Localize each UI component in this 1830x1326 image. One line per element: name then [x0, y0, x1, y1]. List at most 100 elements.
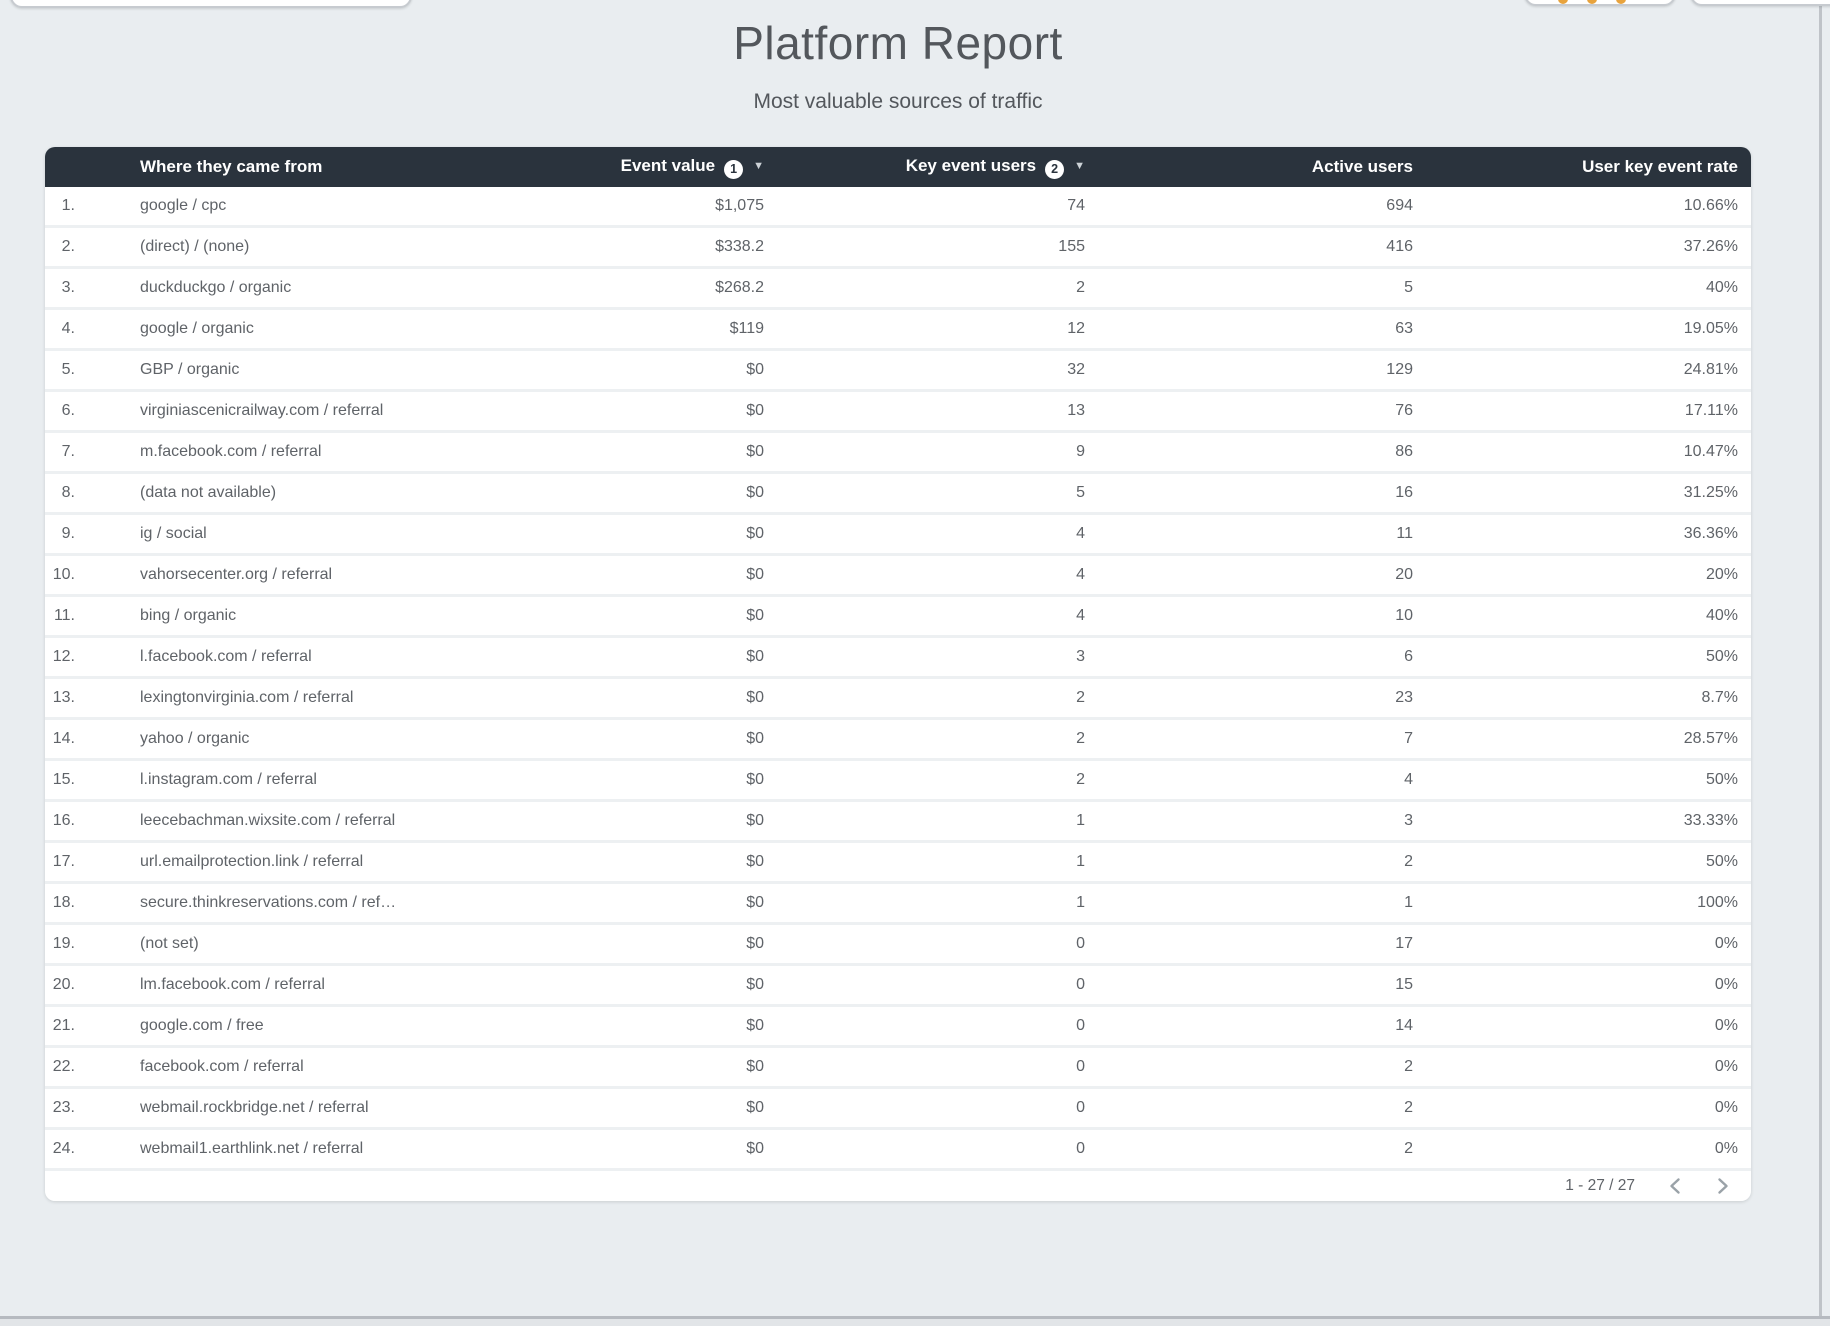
table-row: 16.leecebachman.wixsite.com / referral$0…: [45, 802, 1751, 843]
cell-event-value: $0: [470, 597, 777, 638]
cell-source: m.facebook.com / referral: [75, 433, 470, 474]
cell-source: (data not available): [75, 474, 470, 515]
pagination-range: 1 - 27 / 27: [1565, 1177, 1635, 1195]
cell-event-value: $0: [470, 761, 777, 802]
table-row: 18.secure.thinkreservations.com / ref…$0…: [45, 884, 1751, 925]
cell-active-users: 2: [1098, 1130, 1426, 1171]
cell-source: ig / social: [75, 515, 470, 556]
cell-user-key-event-rate: 28.57%: [1426, 720, 1751, 761]
row-rank: 9.: [45, 515, 75, 556]
column-header-active-users[interactable]: Active users: [1098, 147, 1426, 187]
cell-event-value: $0: [470, 679, 777, 720]
cell-active-users: 63: [1098, 310, 1426, 351]
table-body: 1.google / cpc$1,0757469410.66%2.(direct…: [45, 187, 1751, 1171]
cell-key-event-users: 2: [777, 720, 1098, 761]
cell-user-key-event-rate: 100%: [1426, 884, 1751, 925]
row-rank: 15.: [45, 761, 75, 802]
table-row: 20.lm.facebook.com / referral$00150%: [45, 966, 1751, 1007]
cell-event-value: $0: [470, 802, 777, 843]
row-rank: 14.: [45, 720, 75, 761]
cell-event-value: $0: [470, 638, 777, 679]
cell-event-value: $0: [470, 474, 777, 515]
cell-user-key-event-rate: 50%: [1426, 638, 1751, 679]
table-row: 4.google / organic$119126319.05%: [45, 310, 1751, 351]
cell-source: facebook.com / referral: [75, 1048, 470, 1089]
cell-source: google / organic: [75, 310, 470, 351]
cell-active-users: 23: [1098, 679, 1426, 720]
cell-key-event-users: 2: [777, 761, 1098, 802]
cell-user-key-event-rate: 10.47%: [1426, 433, 1751, 474]
table-header-row: Where they came from Event value1▼ Key e…: [45, 147, 1751, 187]
cell-event-value: $0: [470, 720, 777, 761]
cell-active-users: 7: [1098, 720, 1426, 761]
column-header-user-key-event-rate[interactable]: User key event rate: [1426, 147, 1751, 187]
cell-source: lexingtonvirginia.com / referral: [75, 679, 470, 720]
table-row: 15.l.instagram.com / referral$02450%: [45, 761, 1751, 802]
column-label: Where they came from: [140, 157, 322, 176]
cell-user-key-event-rate: 0%: [1426, 1048, 1751, 1089]
cell-event-value: $0: [470, 392, 777, 433]
cell-key-event-users: 0: [777, 966, 1098, 1007]
table-row: 12.l.facebook.com / referral$03650%: [45, 638, 1751, 679]
cell-source: url.emailprotection.link / referral: [75, 843, 470, 884]
column-label: Event value: [621, 156, 716, 175]
pagination-prev-button[interactable]: [1665, 1175, 1687, 1197]
sort-caret-icon[interactable]: ▼: [1074, 160, 1085, 172]
cell-user-key-event-rate: 31.25%: [1426, 474, 1751, 515]
cell-key-event-users: 1: [777, 843, 1098, 884]
cell-source: virginiascenicrailway.com / referral: [75, 392, 470, 433]
cell-source: google / cpc: [75, 187, 470, 228]
table-row: 5.GBP / organic$03212924.81%: [45, 351, 1751, 392]
cell-key-event-users: 0: [777, 1048, 1098, 1089]
cell-user-key-event-rate: 0%: [1426, 1089, 1751, 1130]
table-row: 10.vahorsecenter.org / referral$042020%: [45, 556, 1751, 597]
cell-user-key-event-rate: 24.81%: [1426, 351, 1751, 392]
pagination-next-button[interactable]: [1711, 1175, 1733, 1197]
cell-key-event-users: 13: [777, 392, 1098, 433]
cell-user-key-event-rate: 36.36%: [1426, 515, 1751, 556]
cell-event-value: $0: [470, 1130, 777, 1171]
cell-user-key-event-rate: 0%: [1426, 1130, 1751, 1171]
cell-key-event-users: 155: [777, 228, 1098, 269]
table-row: 3.duckduckgo / organic$268.22540%: [45, 269, 1751, 310]
cell-active-users: 129: [1098, 351, 1426, 392]
traffic-sources-table-card: Where they came from Event value1▼ Key e…: [45, 147, 1751, 1201]
row-rank: 13.: [45, 679, 75, 720]
cutoff-card-top-far-right: [1690, 0, 1830, 6]
cell-source: GBP / organic: [75, 351, 470, 392]
cell-source: google.com / free: [75, 1007, 470, 1048]
row-rank: 5.: [45, 351, 75, 392]
cell-user-key-event-rate: 8.7%: [1426, 679, 1751, 720]
row-rank: 3.: [45, 269, 75, 310]
cell-active-users: 76: [1098, 392, 1426, 433]
cell-key-event-users: 3: [777, 638, 1098, 679]
column-header-event-value[interactable]: Event value1▼: [470, 147, 777, 187]
table-row: 11.bing / organic$041040%: [45, 597, 1751, 638]
cell-user-key-event-rate: 10.66%: [1426, 187, 1751, 228]
cell-active-users: 3: [1098, 802, 1426, 843]
column-header-key-event-users[interactable]: Key event users2▼: [777, 147, 1098, 187]
cell-key-event-users: 1: [777, 884, 1098, 925]
pagination-bar: 1 - 27 / 27: [45, 1171, 1751, 1201]
cell-active-users: 14: [1098, 1007, 1426, 1048]
row-rank: 1.: [45, 187, 75, 228]
row-rank: 6.: [45, 392, 75, 433]
cell-key-event-users: 74: [777, 187, 1098, 228]
sort-caret-icon[interactable]: ▼: [753, 160, 764, 172]
cell-source: duckduckgo / organic: [75, 269, 470, 310]
cell-user-key-event-rate: 20%: [1426, 556, 1751, 597]
cell-active-users: 10: [1098, 597, 1426, 638]
row-rank: 2.: [45, 228, 75, 269]
cell-event-value: $338.2: [470, 228, 777, 269]
row-rank: 18.: [45, 884, 75, 925]
cell-user-key-event-rate: 37.26%: [1426, 228, 1751, 269]
cell-source: l.instagram.com / referral: [75, 761, 470, 802]
cell-key-event-users: 32: [777, 351, 1098, 392]
table-row: 21.google.com / free$00140%: [45, 1007, 1751, 1048]
cell-user-key-event-rate: 50%: [1426, 843, 1751, 884]
column-header-source[interactable]: Where they came from: [45, 147, 470, 187]
row-rank: 4.: [45, 310, 75, 351]
cell-source: (not set): [75, 925, 470, 966]
cell-event-value: $0: [470, 1048, 777, 1089]
column-label: Active users: [1312, 157, 1413, 176]
